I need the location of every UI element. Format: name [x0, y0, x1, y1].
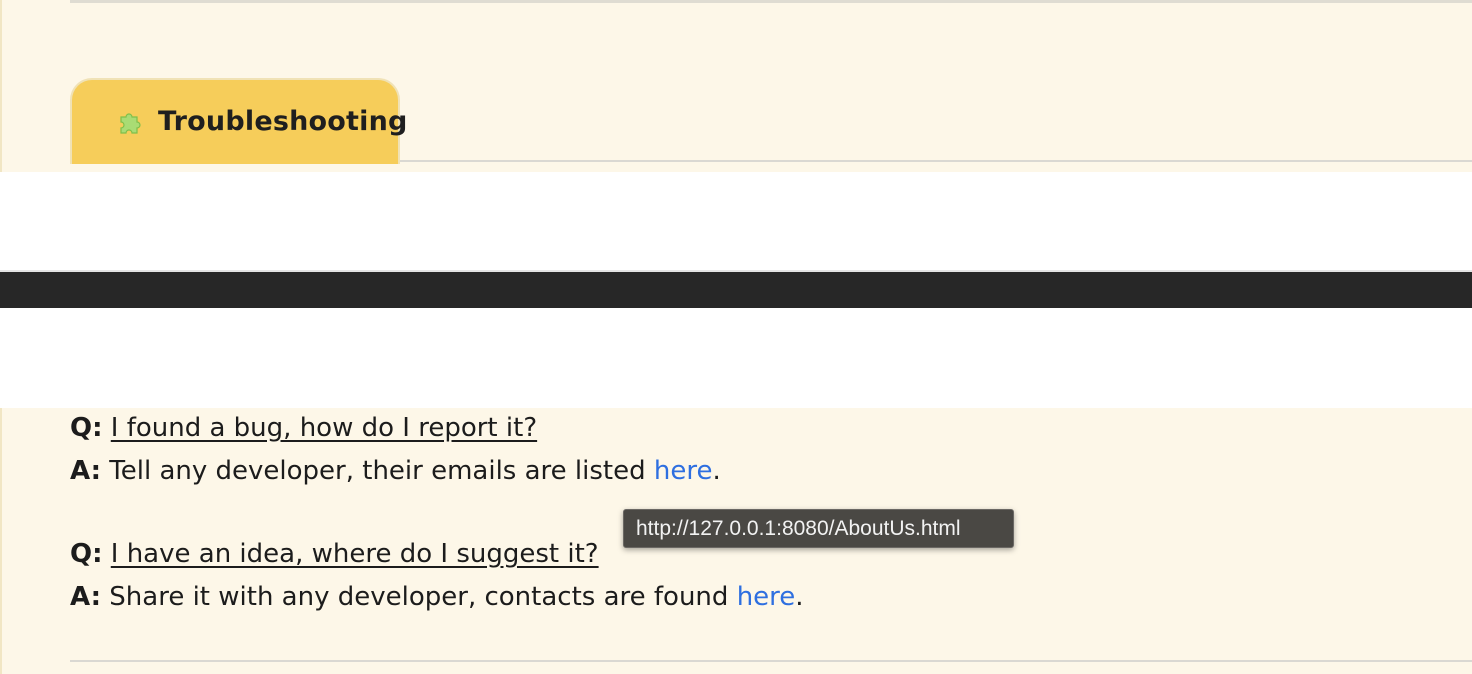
- spacer: [0, 172, 1472, 270]
- question-text[interactable]: I found a bug, how do I report it?: [111, 413, 537, 443]
- bottom-divider: [70, 660, 1472, 662]
- faq-answer-1: A: Tell any developer, their emails are …: [70, 455, 721, 487]
- tab-troubleshooting[interactable]: Troubleshooting: [70, 78, 407, 164]
- top-divider: [70, 0, 1472, 3]
- spacer: [0, 308, 1472, 408]
- faq-question-2: Q: I have an idea, where do I suggest it…: [70, 538, 599, 570]
- answer-prefix: A:: [70, 582, 102, 612]
- dark-divider-band: [0, 270, 1472, 308]
- section-left-border: [0, 0, 2, 172]
- faq-answer-2: A: Share it with any developer, contacts…: [70, 581, 804, 613]
- answer-suffix: .: [795, 582, 804, 612]
- faq-question-1: Q: I found a bug, how do I report it?: [70, 412, 537, 444]
- developer-emails-link[interactable]: here: [654, 456, 713, 486]
- answer-text: Tell any developer, their emails are lis…: [109, 456, 646, 486]
- question-prefix: Q:: [70, 539, 103, 569]
- tab-label: Troubleshooting: [158, 106, 408, 137]
- answer-prefix: A:: [70, 456, 102, 486]
- question-text[interactable]: I have an idea, where do I suggest it?: [111, 539, 599, 569]
- question-prefix: Q:: [70, 413, 103, 443]
- section-left-border: [0, 408, 2, 674]
- puzzle-piece-icon: [116, 108, 146, 138]
- answer-suffix: .: [712, 456, 721, 486]
- link-url-tooltip: http://127.0.0.1:8080/AboutUs.html: [623, 509, 1014, 548]
- developer-contacts-link[interactable]: here: [737, 582, 796, 612]
- answer-text: Share it with any developer, contacts ar…: [109, 582, 729, 612]
